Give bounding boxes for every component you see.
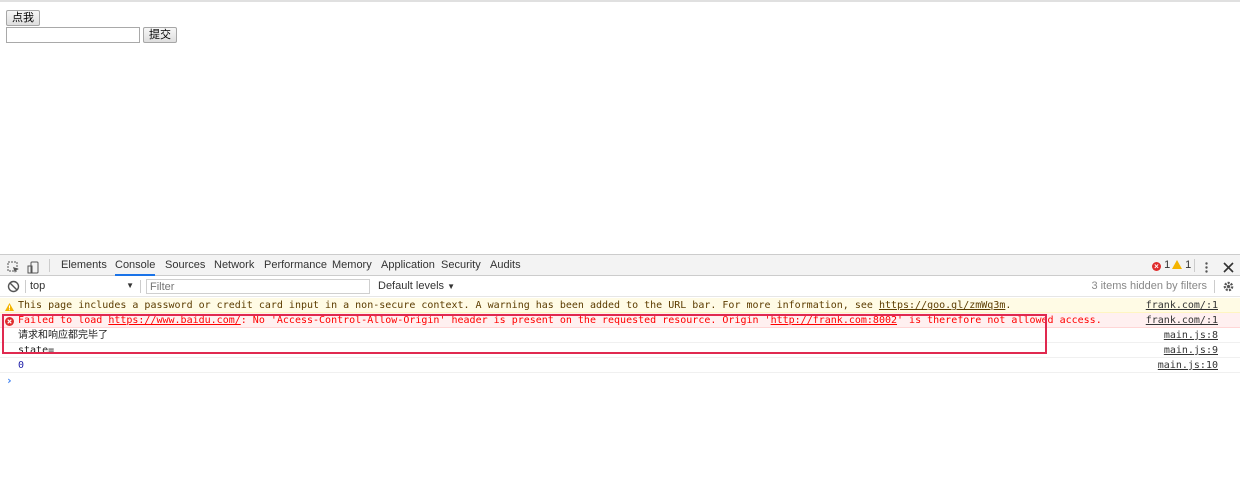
tab-audits[interactable]: Audits bbox=[490, 255, 521, 275]
tab-performance[interactable]: Performance bbox=[264, 255, 327, 275]
tab-network[interactable]: Network bbox=[214, 255, 254, 275]
tab-security[interactable]: Security bbox=[441, 255, 481, 275]
clear-console-icon[interactable] bbox=[7, 280, 20, 293]
device-toolbar-icon[interactable] bbox=[27, 259, 40, 274]
warning-icon bbox=[1172, 260, 1182, 269]
devtools-tabbar: Elements Console Sources Network Perform… bbox=[0, 255, 1240, 276]
error-link-origin[interactable]: http://frank.com:8002 bbox=[771, 315, 897, 326]
tab-memory[interactable]: Memory bbox=[332, 255, 372, 275]
more-options-icon[interactable] bbox=[1200, 259, 1213, 273]
page-viewport: 点我 提交 bbox=[0, 0, 1240, 254]
toolbar-divider bbox=[25, 280, 26, 293]
dropdown-arrow-icon: ▼ bbox=[447, 282, 456, 291]
console-error-message: Failed to load https://www.baidu.com/: N… bbox=[0, 313, 1240, 328]
log-text: 请求和响应都完毕了 bbox=[18, 330, 108, 341]
console-toolbar: top ▼ Default levels ▼ 3 items hidden by… bbox=[0, 276, 1240, 297]
tab-elements[interactable]: Elements bbox=[61, 255, 107, 275]
toolbar-divider bbox=[1194, 259, 1195, 272]
error-count: 1 bbox=[1164, 259, 1171, 271]
log-number-value: 0 bbox=[18, 360, 25, 371]
settings-gear-icon[interactable] bbox=[1222, 280, 1235, 293]
message-source-link[interactable]: main.js:9 bbox=[1164, 344, 1218, 358]
context-value: top bbox=[30, 280, 46, 292]
close-icon[interactable] bbox=[1222, 259, 1235, 273]
message-source-link[interactable]: main.js:10 bbox=[1158, 359, 1218, 373]
console-log-message: 0 main.js:10 bbox=[0, 358, 1240, 373]
tab-console[interactable]: Console bbox=[115, 255, 156, 276]
message-source-link[interactable]: frank.com/:1 bbox=[1146, 314, 1218, 328]
filter-input[interactable] bbox=[146, 279, 370, 294]
console-log-message: state= main.js:9 bbox=[0, 343, 1240, 358]
hidden-items-note: 3 items hidden by filters bbox=[1091, 280, 1207, 292]
warning-link[interactable]: https://goo.gl/zmWq3m bbox=[879, 300, 1005, 311]
submit-button[interactable]: 提交 bbox=[143, 27, 177, 43]
tab-sources[interactable]: Sources bbox=[165, 255, 205, 275]
toolbar-divider bbox=[49, 259, 50, 272]
error-link-baidu[interactable]: https://www.baidu.com/ bbox=[108, 315, 240, 326]
context-select[interactable]: top ▼ bbox=[30, 279, 136, 293]
warning-text: This page includes a password or credit … bbox=[18, 300, 1012, 311]
error-counter[interactable]: × 1 bbox=[1152, 259, 1170, 272]
dropdown-arrow-icon: ▼ bbox=[126, 281, 134, 290]
log-text: state= bbox=[18, 345, 55, 356]
console-log-message: 请求和响应都完毕了 main.js:8 bbox=[0, 328, 1240, 343]
message-source-link[interactable]: main.js:8 bbox=[1164, 329, 1218, 343]
warning-count: 1 bbox=[1185, 259, 1192, 271]
click-me-button[interactable]: 点我 bbox=[6, 10, 40, 26]
toolbar-divider bbox=[140, 280, 141, 293]
console-warning-message: This page includes a password or credit … bbox=[0, 298, 1240, 313]
warning-counter[interactable]: 1 bbox=[1172, 259, 1191, 272]
console-prompt-icon[interactable]: › bbox=[6, 374, 13, 387]
error-text: Failed to load https://www.baidu.com/: N… bbox=[18, 315, 1102, 326]
message-source-link[interactable]: frank.com/:1 bbox=[1146, 299, 1218, 313]
tab-application[interactable]: Application bbox=[381, 255, 435, 275]
toolbar-divider bbox=[1214, 280, 1215, 293]
devtools-panel: Elements Console Sources Network Perform… bbox=[0, 254, 1240, 480]
log-levels-select[interactable]: Default levels ▼ bbox=[378, 279, 455, 294]
text-input[interactable] bbox=[6, 27, 140, 43]
log-levels-label: Default levels bbox=[378, 280, 445, 292]
inspect-element-icon[interactable] bbox=[7, 259, 20, 273]
error-icon: × bbox=[1152, 262, 1161, 271]
